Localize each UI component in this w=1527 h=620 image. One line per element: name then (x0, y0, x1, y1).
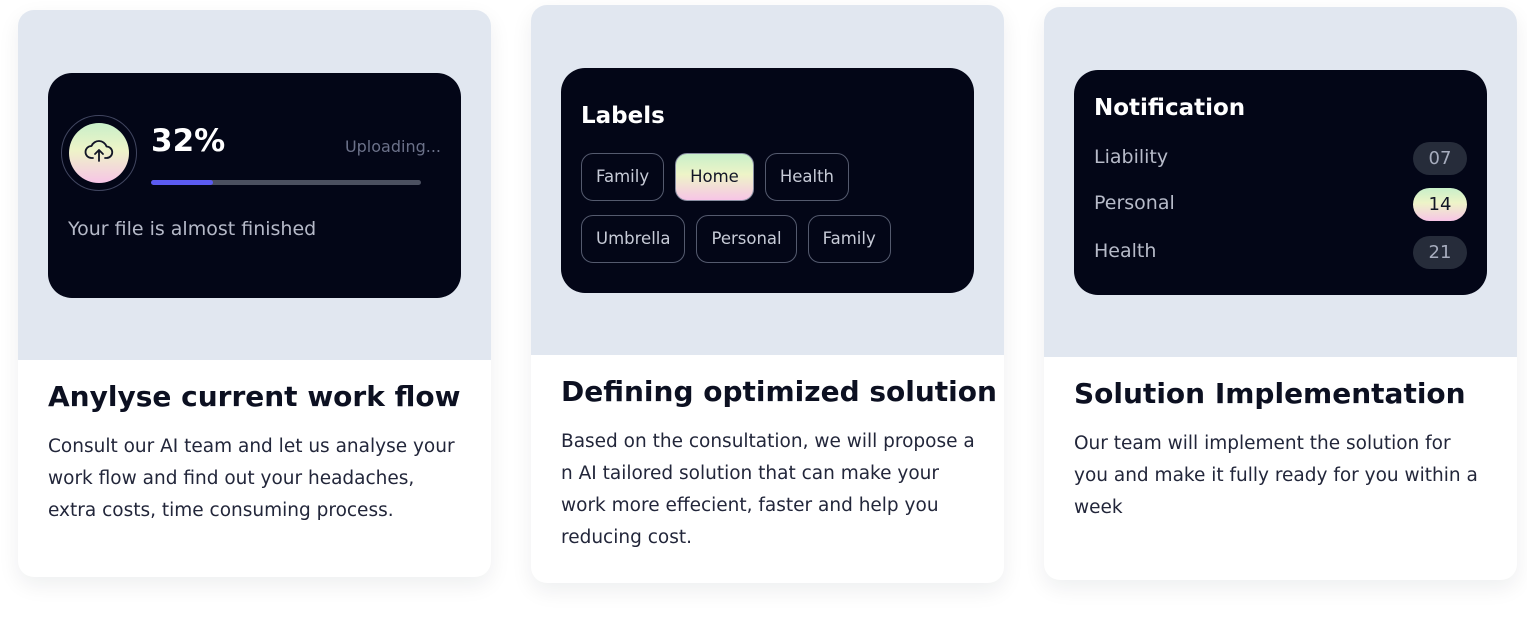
labels-panel: Labels Family Home Health Umbrella Personal F… (561, 68, 974, 293)
label-chip-home[interactable]: Home (675, 153, 754, 201)
upload-panel: 32% Uploading... Your file is almost fin… (48, 73, 461, 298)
label-chip-health[interactable]: Health (764, 153, 850, 201)
notification-count-badge: 21 (1413, 236, 1467, 269)
implementation-card: Notification Liability 07 Personal 14 He… (1044, 7, 1517, 580)
cloud-upload-icon (84, 139, 114, 167)
notification-label: Personal (1094, 192, 1175, 214)
card-hero: 32% Uploading... Your file is almost fin… (18, 10, 491, 360)
notification-count-badge: 07 (1413, 142, 1467, 175)
upload-progress-fill (151, 180, 214, 185)
upload-icon-ring (61, 115, 137, 191)
card-description: Consult our AI team and let us analyse y… (48, 436, 455, 521)
upload-status: Uploading... (344, 137, 441, 156)
upload-progress-bar (151, 180, 421, 185)
notification-row-health[interactable]: Health 21 (1094, 236, 1467, 270)
card-hero: Labels Family Home Health Umbrella Personal F… (531, 5, 1004, 355)
label-chip-family-2[interactable]: Family (807, 215, 891, 263)
workflow-card: 32% Uploading... Your file is almost fin… (18, 10, 491, 577)
card-title: Anylyse current work flow (48, 380, 461, 413)
notification-panel: Notification Liability 07 Personal 14 He… (1074, 70, 1487, 295)
upload-percent: 32% (151, 123, 226, 159)
upload-icon-button[interactable] (69, 123, 129, 183)
label-chip-family[interactable]: Family (581, 153, 665, 201)
label-chip-personal[interactable]: Personal (696, 215, 797, 263)
card-description: Based on the consultation, we will propo… (561, 431, 975, 548)
notification-heading: Notification (1094, 95, 1246, 121)
notification-label: Liability (1094, 146, 1169, 168)
upload-message: Your file is almost finished (68, 218, 317, 240)
notification-label: Health (1094, 240, 1157, 262)
notification-row-personal[interactable]: Personal 14 (1094, 188, 1467, 222)
card-description: Our team will implement the solution for… (1074, 433, 1478, 518)
notification-row-liability[interactable]: Liability 07 (1094, 142, 1467, 176)
label-chip-umbrella[interactable]: Umbrella (581, 215, 686, 263)
labels-heading: Labels (581, 103, 665, 129)
notification-count-badge: 14 (1413, 188, 1467, 221)
solution-card: Labels Family Home Health Umbrella Personal F… (531, 5, 1004, 583)
card-title: Defining optimized solution (561, 375, 997, 408)
label-chip-list: Family Home Health Umbrella Personal Family (581, 153, 961, 277)
card-title: Solution Implementation (1074, 377, 1466, 410)
card-hero: Notification Liability 07 Personal 14 He… (1044, 7, 1517, 357)
